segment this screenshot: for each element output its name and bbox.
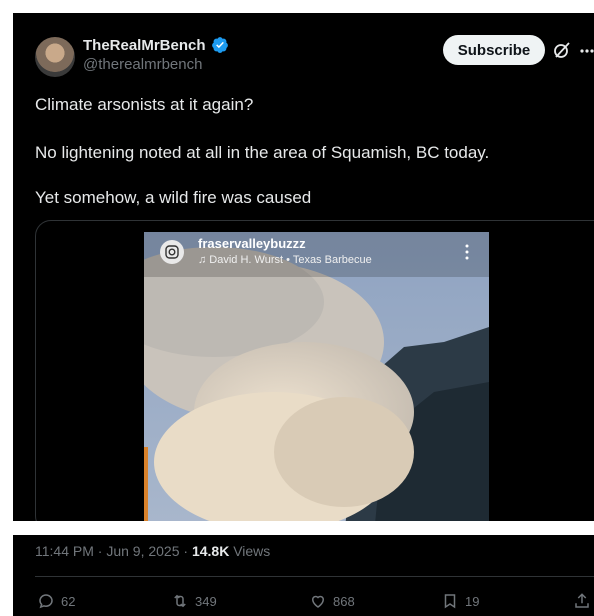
repost-button[interactable]: 349 xyxy=(171,592,217,610)
like-count: 868 xyxy=(333,593,355,609)
share-icon xyxy=(575,593,589,608)
bookmark-icon xyxy=(444,594,456,609)
instagram-icon xyxy=(160,240,184,264)
repost-count: 349 xyxy=(195,593,217,609)
video-account-name: fraservalleybuzzz xyxy=(198,236,306,251)
bookmark-button[interactable]: 19 xyxy=(441,592,479,610)
more-icon[interactable] xyxy=(579,48,594,54)
video-music-label: ♫ David H. Wurst • Texas Barbecue xyxy=(198,254,372,266)
views-label: Views xyxy=(229,543,271,559)
post-meta: 11:44 PM · Jun 9, 2025 · 14.8K Views xyxy=(35,543,270,559)
divider xyxy=(35,576,594,577)
video-more-icon[interactable] xyxy=(465,244,469,260)
repost-icon xyxy=(174,594,186,608)
post-footer: 11:44 PM · Jun 9, 2025 · 14.8K Views 62 … xyxy=(13,535,594,616)
avatar[interactable] xyxy=(35,37,75,77)
post-timestamp[interactable]: 11:44 PM · Jun 9, 2025 · xyxy=(35,543,192,559)
reply-count: 62 xyxy=(61,593,76,609)
post-text-line: Yet somehow, a wild fire was caused xyxy=(35,188,312,207)
bookmark-count: 19 xyxy=(465,593,480,609)
wildfire-smoke-image xyxy=(144,232,489,521)
author-name[interactable]: TheRealMrBench xyxy=(83,37,206,54)
verified-badge-icon xyxy=(212,37,228,53)
reply-button[interactable]: 62 xyxy=(37,592,75,610)
like-button[interactable]: 868 xyxy=(309,592,355,610)
grok-icon[interactable] xyxy=(552,40,572,60)
post-text-line: No lightening noted at all in the area o… xyxy=(35,143,490,162)
author-handle[interactable]: @therealmrbench xyxy=(83,56,202,73)
embedded-video[interactable]: fraservalleybuzzz ♫ David H. Wurst • Tex… xyxy=(144,232,489,521)
reply-icon xyxy=(39,594,53,609)
post-card: TheRealMrBench @therealmrbench Subscribe… xyxy=(13,13,594,521)
share-button[interactable] xyxy=(573,592,591,610)
subscribe-button[interactable]: Subscribe xyxy=(443,35,545,65)
post-text-line: Climate arsonists at it again? xyxy=(35,95,254,114)
views-count: 14.8K xyxy=(191,543,230,559)
like-icon xyxy=(311,595,325,608)
